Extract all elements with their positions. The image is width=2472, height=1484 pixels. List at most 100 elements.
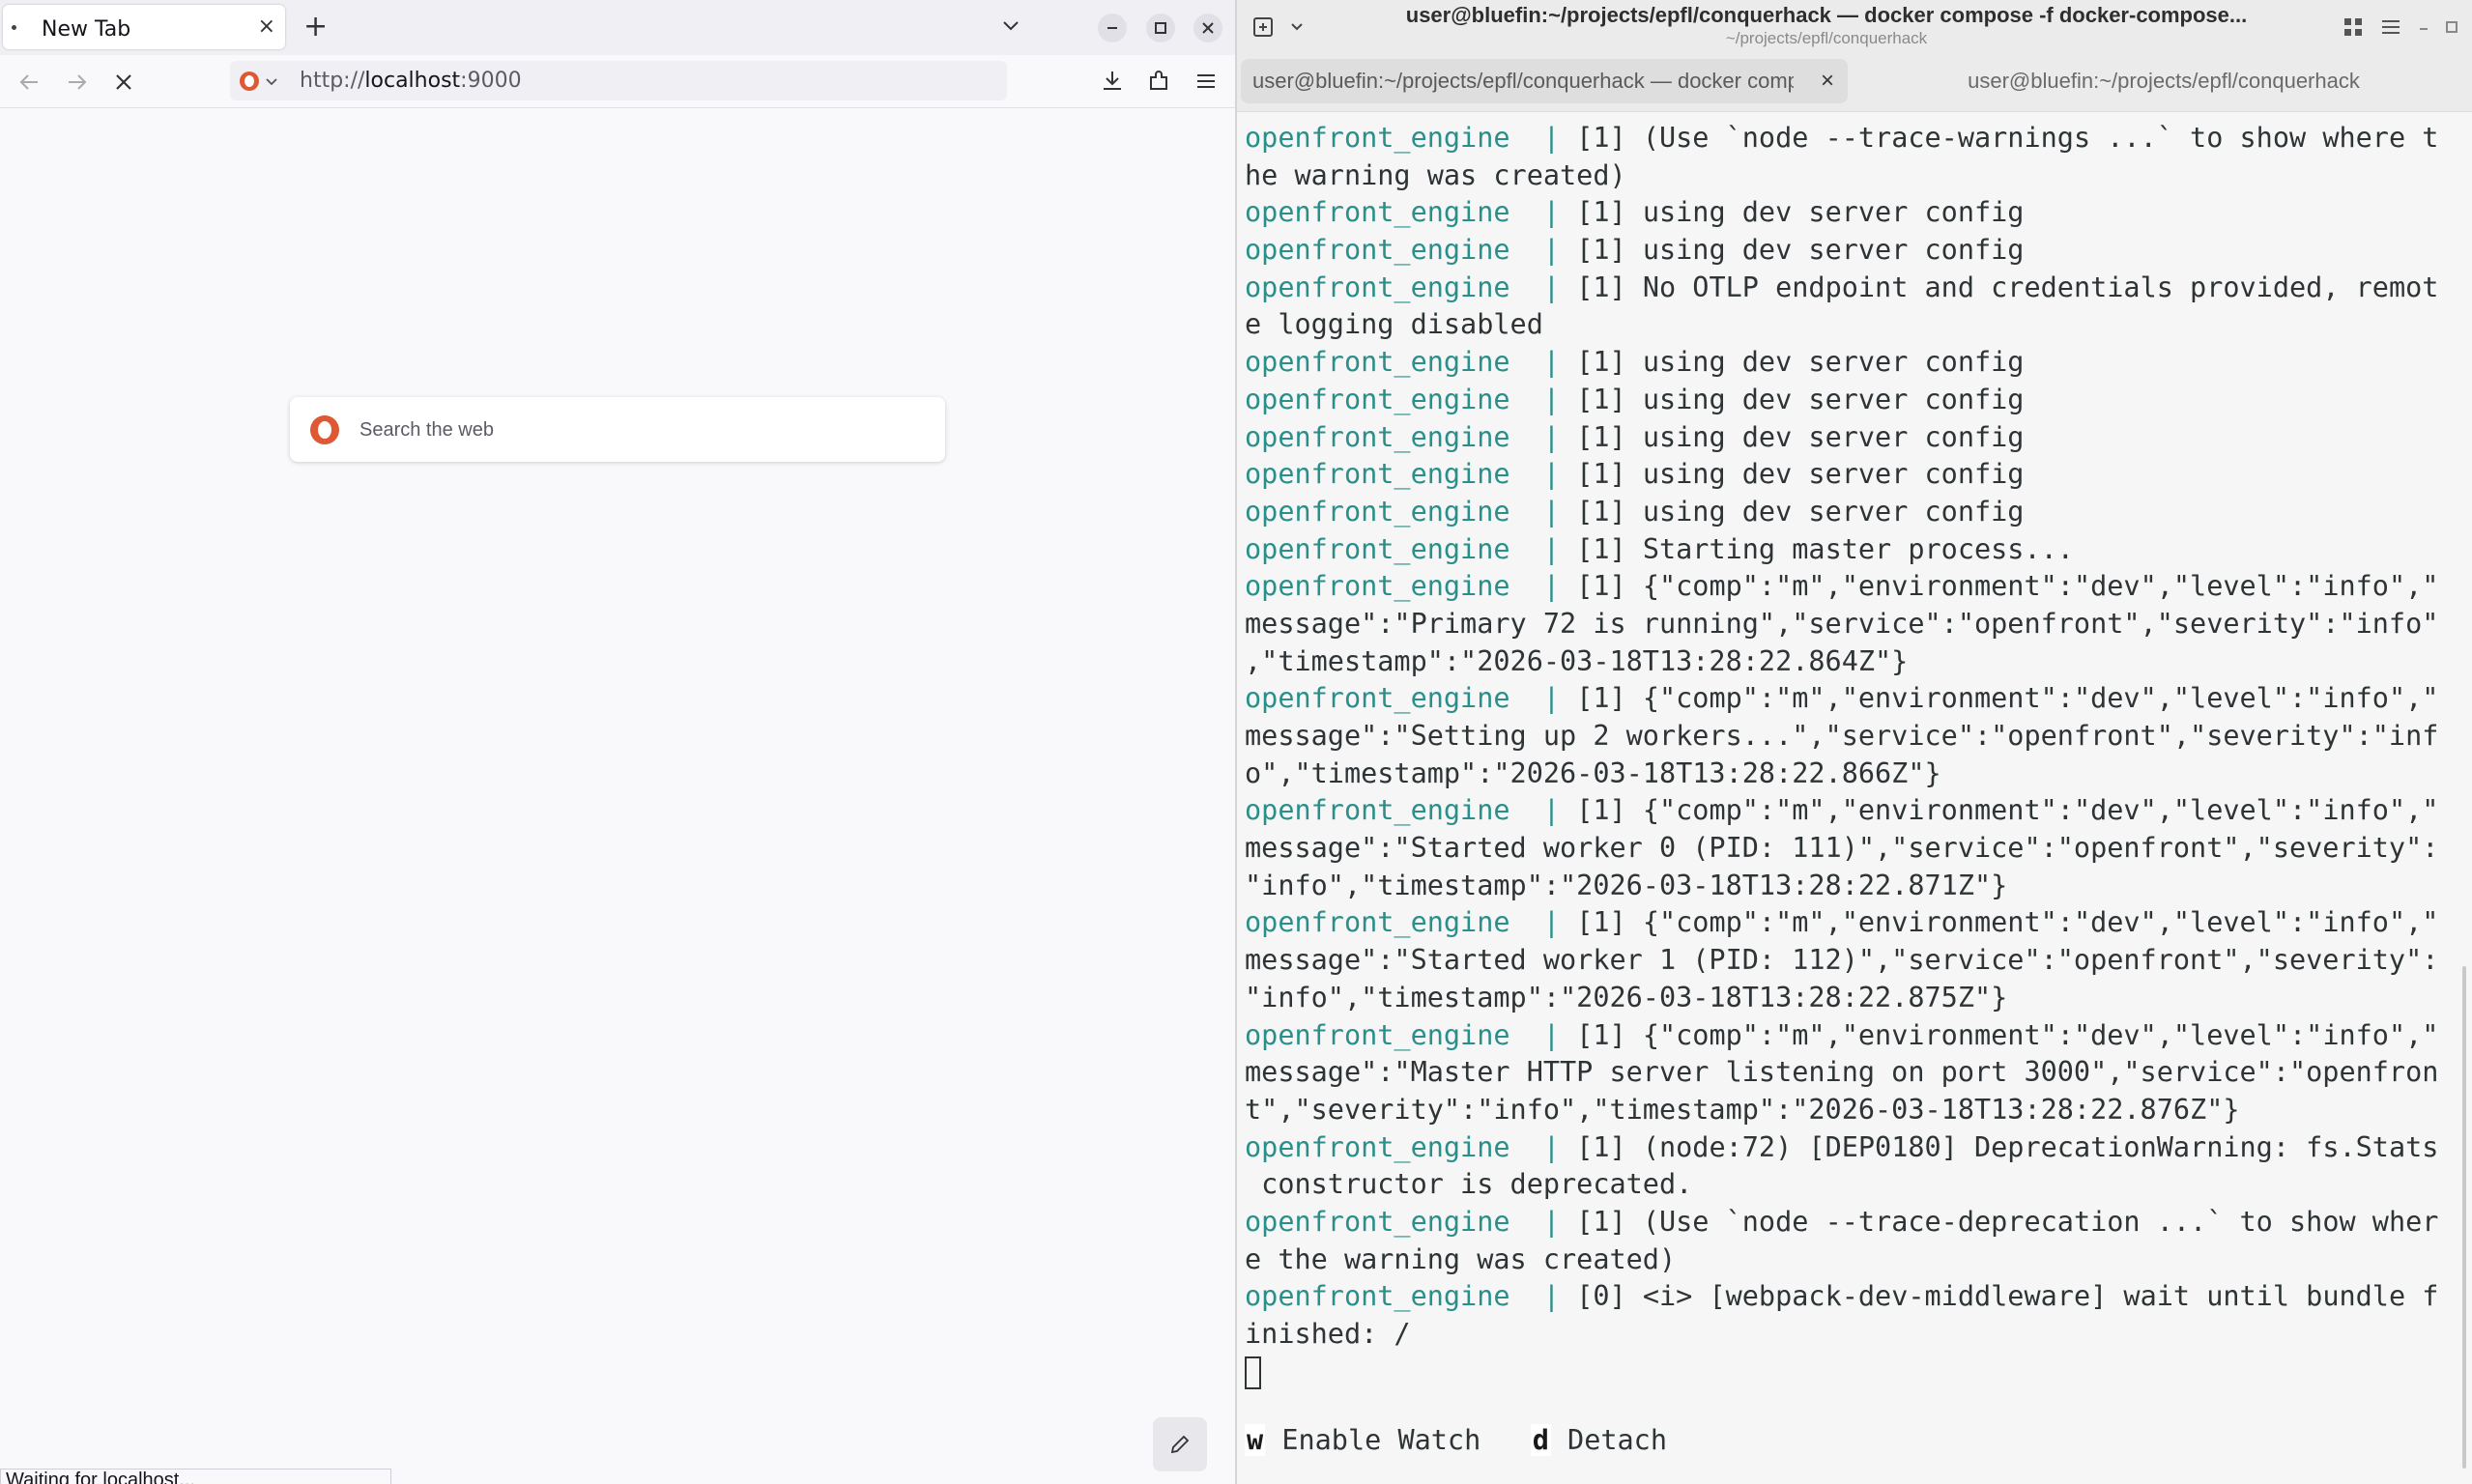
address-bar[interactable]: http://localhost:9000 (230, 61, 1007, 100)
terminal-line: openfront_engine | [1] (node:72) [DEP018… (1245, 1129, 2458, 1167)
log-text: ,"timestamp":"2026-03-18T13:28:22.864Z"} (1245, 644, 1909, 677)
service-separator: | (1509, 234, 1577, 267)
log-text: [1] using dev server config (1576, 383, 2025, 415)
service-separator: | (1509, 1205, 1577, 1238)
log-text: inished: / (1245, 1318, 1411, 1350)
terminal-scrollbar[interactable] (2462, 966, 2466, 1469)
tab-close-icon[interactable]: × (258, 14, 275, 39)
stop-loading-icon[interactable] (110, 69, 137, 96)
service-separator: | (1509, 271, 1577, 303)
service-separator: | (1509, 906, 1577, 939)
terminal-tab-docker-compose[interactable]: user@bluefin:~/projects/epfl/conquerhack… (1241, 59, 1848, 103)
log-text: message":"Master HTTP server listening o… (1245, 1056, 2439, 1089)
downloads-icon[interactable] (1100, 69, 1125, 98)
tab-overview-grid-icon[interactable] (2342, 15, 2365, 43)
service-separator: | (1509, 420, 1577, 453)
terminal-line: openfront_engine | [0] <i> [webpack-dev-… (1245, 1278, 2458, 1316)
service-name: openfront_engine (1245, 682, 1510, 715)
log-text: [1] {"comp":"m","environment":"dev","lev… (1576, 1018, 2439, 1051)
log-text: [1] using dev server config (1576, 495, 2025, 528)
log-text: message":"Started worker 0 (PID: 111)","… (1245, 832, 2439, 865)
minimize-window-icon[interactable] (1098, 14, 1127, 43)
log-text: [1] (node:72) [DEP0180] DeprecationWarni… (1576, 1130, 2439, 1163)
terminal-title: user@bluefin:~/projects/epfl/conquerhack… (1405, 3, 2248, 27)
terminal-line: openfront_engine | [1] No OTLP endpoint … (1245, 270, 2458, 307)
terminal-tab-shell[interactable]: user@bluefin:~/projects/epfl/conquerhack (1860, 59, 2467, 103)
customize-newtab-pencil-button[interactable] (1153, 1417, 1207, 1471)
new-tab-menu-chevron-icon[interactable] (1289, 19, 1305, 39)
new-tab-icon[interactable] (1251, 15, 1275, 43)
service-name: openfront_engine (1245, 271, 1510, 303)
chevron-down-icon[interactable] (265, 74, 278, 93)
terminal-line: openfront_engine | [1] using dev server … (1245, 494, 2458, 531)
enable-watch-label[interactable]: Enable Watch (1265, 1424, 1480, 1456)
browser-tab-new-tab[interactable]: New Tab × (3, 5, 285, 49)
log-text: [1] using dev server config (1576, 346, 2025, 379)
list-all-tabs-chevron-icon[interactable] (1000, 15, 1021, 41)
new-tab-button[interactable]: + (303, 10, 328, 43)
log-text: o","timestamp":"2026-03-18T13:28:22.866Z… (1245, 756, 1941, 789)
terminal-line: openfront_engine | [1] using dev server … (1245, 456, 2458, 494)
log-text: [1] using dev server config (1576, 458, 2025, 491)
log-text: [1] {"comp":"m","environment":"dev","lev… (1576, 570, 2439, 603)
hamburger-menu-icon[interactable] (1193, 69, 1219, 98)
terminal-maximize-icon[interactable] (2438, 14, 2465, 41)
service-separator: | (1509, 383, 1577, 415)
log-text: [1] (Use `node --trace-warnings ...` to … (1576, 122, 2439, 154)
terminal-output[interactable]: openfront_engine | [1] (Use `node --trac… (1245, 120, 2458, 1472)
detach-key[interactable]: d (1530, 1424, 1551, 1456)
maximize-window-icon[interactable] (1146, 14, 1175, 43)
detach-label[interactable]: Detach (1551, 1424, 1667, 1456)
log-text: [1] using dev server config (1576, 420, 2025, 453)
terminal-tab-close-icon[interactable]: × (1821, 59, 1834, 103)
search-input[interactable] (358, 413, 922, 447)
log-text: e the warning was created) (1245, 1242, 1677, 1275)
terminal-line: openfront_engine | [1] using dev server … (1245, 419, 2458, 457)
log-text: he warning was created) (1245, 158, 1626, 191)
pencil-icon (1170, 1435, 1190, 1454)
service-name: openfront_engine (1245, 234, 1510, 267)
terminal-menu-icon[interactable] (2379, 15, 2402, 43)
terminal-header-bar: user@bluefin:~/projects/epfl/conquerhack… (1237, 0, 2472, 54)
terminal-line: openfront_engine | [1] (Use `node --trac… (1245, 120, 2458, 157)
log-text: "info","timestamp":"2026-03-18T13:28:22.… (1245, 981, 2008, 1013)
terminal-line: "info","timestamp":"2026-03-18T13:28:22.… (1245, 980, 2458, 1017)
terminal-line: openfront_engine | [1] using dev server … (1245, 382, 2458, 419)
forward-arrow-icon[interactable] (63, 69, 90, 96)
terminal-line: o","timestamp":"2026-03-18T13:28:22.866Z… (1245, 756, 2458, 793)
terminal-line: ,"timestamp":"2026-03-18T13:28:22.864Z"} (1245, 643, 2458, 681)
web-search-box[interactable] (290, 397, 945, 462)
log-text: [0] <i> [webpack-dev-middleware] wait un… (1576, 1280, 2439, 1313)
status-text: Waiting for localhost... (0, 1469, 391, 1484)
service-name: openfront_engine (1245, 794, 1510, 827)
log-text: e logging disabled (1245, 308, 1543, 341)
duckduckgo-engine-icon[interactable] (240, 71, 259, 91)
url-port: :9000 (460, 69, 522, 93)
service-separator: | (1509, 495, 1577, 528)
service-separator: | (1509, 346, 1577, 379)
close-window-icon[interactable] (1193, 14, 1222, 43)
service-separator: | (1509, 122, 1577, 154)
cursor-line (1245, 1354, 2458, 1391)
log-text: [1] (Use `node --trace-deprecation ...` … (1576, 1205, 2439, 1238)
terminal-cursor (1245, 1356, 1261, 1389)
terminal-line: openfront_engine | [1] using dev server … (1245, 194, 2458, 232)
back-arrow-icon[interactable] (16, 69, 43, 96)
log-text: message":"Started worker 1 (PID: 112)","… (1245, 944, 2439, 977)
service-name: openfront_engine (1245, 122, 1510, 154)
url-text[interactable]: http://localhost:9000 (300, 69, 522, 93)
service-name: openfront_engine (1245, 570, 1510, 603)
url-prefix: http:// (300, 69, 365, 93)
terminal-line: t","severity":"info","timestamp":"2026-0… (1245, 1092, 2458, 1129)
service-name: openfront_engine (1245, 1280, 1510, 1313)
watch-key[interactable]: w (1245, 1424, 1266, 1456)
url-host: localhost (364, 69, 461, 93)
service-name: openfront_engine (1245, 1205, 1510, 1238)
terminal-line: openfront_engine | [1] Starting master p… (1245, 531, 2458, 569)
terminal-minimize-icon[interactable] (2410, 14, 2437, 41)
terminal-line: message":"Started worker 0 (PID: 111)","… (1245, 830, 2458, 868)
terminal-line: openfront_engine | [1] using dev server … (1245, 232, 2458, 270)
service-separator: | (1509, 532, 1577, 565)
browser-nav-toolbar: http://localhost:9000 (0, 55, 1235, 108)
extensions-puzzle-icon[interactable] (1146, 69, 1171, 98)
